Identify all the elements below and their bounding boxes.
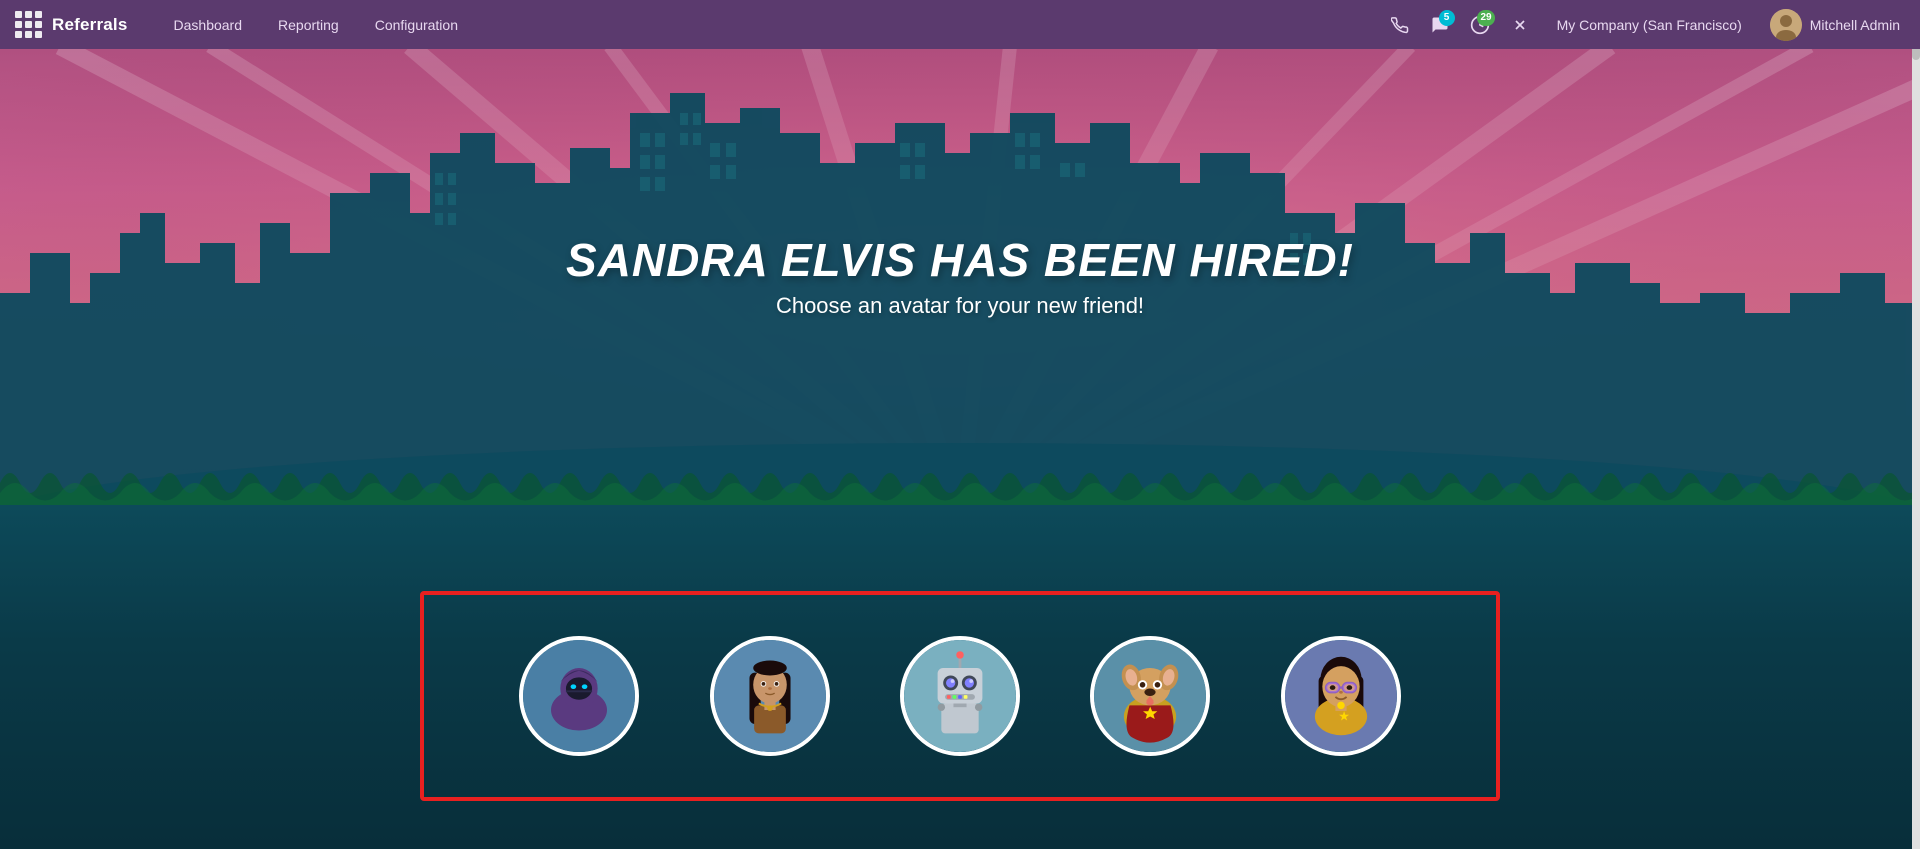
activity-icon-button[interactable]: 29 [1463, 8, 1497, 42]
avatar-dog[interactable] [1090, 636, 1210, 756]
hero-title: SANDRA ELVIS HAS BEEN HIRED! [0, 233, 1920, 287]
user-avatar [1770, 9, 1802, 41]
app-brand[interactable]: Referrals [52, 15, 128, 35]
close-icon-button[interactable] [1503, 8, 1537, 42]
user-menu[interactable]: Mitchell Admin [1762, 9, 1908, 41]
messages-icon-button[interactable]: 5 [1423, 8, 1457, 42]
hero-headline-area: SANDRA ELVIS HAS BEEN HIRED! Choose an a… [0, 233, 1920, 319]
avatar-woman[interactable]: ★ [1281, 636, 1401, 756]
avatar-ninja[interactable] [519, 636, 639, 756]
company-name[interactable]: My Company (San Francisco) [1543, 17, 1756, 33]
avatar-warrior[interactable] [710, 636, 830, 756]
svg-text:★: ★ [1338, 708, 1350, 723]
scrollbar[interactable] [1912, 0, 1920, 849]
menu-item-dashboard[interactable]: Dashboard [156, 0, 261, 49]
hero-subtitle: Choose an avatar for your new friend! [0, 293, 1920, 319]
app-grid-icon[interactable] [12, 9, 44, 41]
main-menu: Dashboard Reporting Configuration [156, 0, 476, 49]
top-navigation: Referrals Dashboard Reporting Configurat… [0, 0, 1920, 49]
main-content: SANDRA ELVIS HAS BEEN HIRED! Choose an a… [0, 49, 1920, 849]
user-name-label: Mitchell Admin [1810, 17, 1900, 33]
menu-item-reporting[interactable]: Reporting [260, 0, 357, 49]
avatar-selection-container: ★ [420, 591, 1500, 801]
activity-badge: 29 [1477, 10, 1494, 26]
menu-item-configuration[interactable]: Configuration [357, 0, 476, 49]
topnav-action-area: 5 29 My Company (San Francisco) [1383, 8, 1908, 42]
messages-badge: 5 [1439, 10, 1455, 26]
grid-dots-icon [15, 11, 42, 38]
avatar-robot[interactable] [900, 636, 1020, 756]
phone-icon-button[interactable] [1383, 8, 1417, 42]
